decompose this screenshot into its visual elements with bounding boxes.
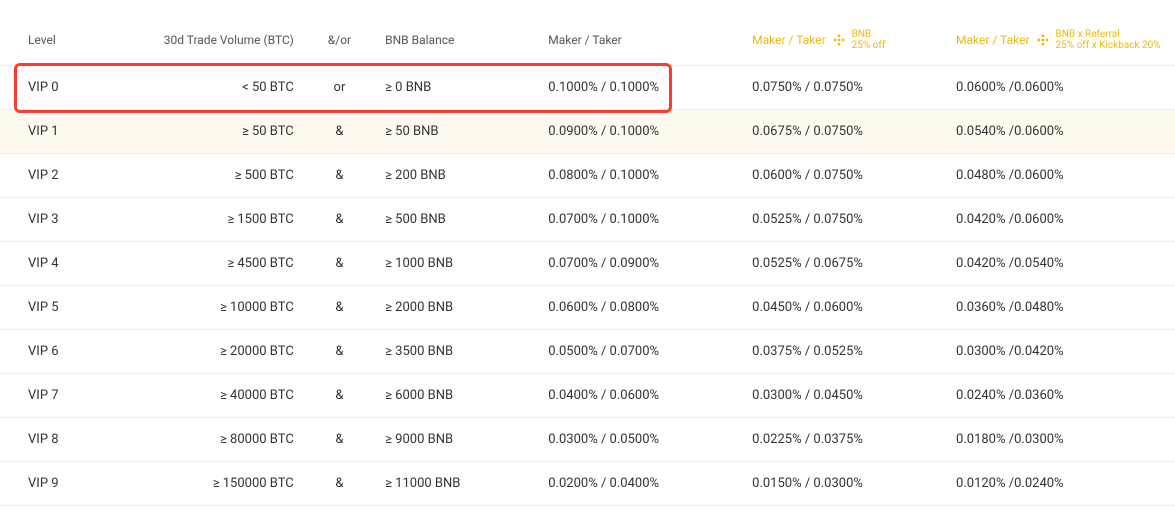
cell-maker-taker: 0.0700% / 0.0900% [538,242,742,286]
cell-level: VIP 6 [0,330,130,374]
cell-maker-taker-bnb: 0.0750% / 0.0750% [742,66,946,110]
cell-bnb: ≥ 0 BNB [375,66,538,110]
cell-andor: & [304,374,375,418]
cell-bnb: ≥ 11000 BNB [375,462,538,506]
bnb-icon [832,33,846,47]
cell-maker-taker-referral: 0.0420% /0.0600% [946,198,1175,242]
header-maker-taker-bnb: Maker / Taker BNB 25% off [742,15,946,66]
table-row: VIP 7≥ 40000 BTC&≥ 6000 BNB0.0400% / 0.0… [0,374,1175,418]
cell-andor: & [304,154,375,198]
cell-maker-taker-referral: 0.0240% /0.0360% [946,374,1175,418]
table-row: VIP 2≥ 500 BTC&≥ 200 BNB0.0800% / 0.1000… [0,154,1175,198]
cell-maker-taker: 0.0200% / 0.0400% [538,462,742,506]
cell-maker-taker: 0.0900% / 0.1000% [538,110,742,154]
cell-volume: ≥ 50 BTC [130,110,303,154]
cell-maker-taker-referral: 0.0180% /0.0300% [946,418,1175,462]
header-mt3-label: Maker / Taker [956,33,1030,47]
cell-andor: & [304,110,375,154]
header-bnb-balance: BNB Balance [375,15,538,66]
cell-volume: ≥ 1500 BTC [130,198,303,242]
table-row: VIP 4≥ 4500 BTC&≥ 1000 BNB0.0700% / 0.09… [0,242,1175,286]
cell-volume: ≥ 20000 BTC [130,330,303,374]
fee-table-container: Level 30d Trade Volume (BTC) &/or BNB Ba… [0,15,1175,506]
header-row: Level 30d Trade Volume (BTC) &/or BNB Ba… [0,15,1175,66]
cell-maker-taker-referral: 0.0540% /0.0600% [946,110,1175,154]
table-row: VIP 5≥ 10000 BTC&≥ 2000 BNB0.0600% / 0.0… [0,286,1175,330]
header-mt2-label: Maker / Taker [752,33,826,47]
cell-volume: ≥ 150000 BTC [130,462,303,506]
cell-volume: ≥ 500 BTC [130,154,303,198]
header-maker-taker-referral: Maker / Taker BNB x Referral 25% off x K… [946,15,1175,66]
cell-maker-taker: 0.0700% / 0.1000% [538,198,742,242]
cell-maker-taker-bnb: 0.0300% / 0.0450% [742,374,946,418]
cell-andor: & [304,462,375,506]
bnb-icon [1036,33,1050,47]
header-maker-taker: Maker / Taker [538,15,742,66]
cell-maker-taker: 0.1000% / 0.1000% [538,66,742,110]
cell-bnb: ≥ 500 BNB [375,198,538,242]
cell-maker-taker-bnb: 0.0150% / 0.0300% [742,462,946,506]
header-level: Level [0,15,130,66]
cell-volume: ≥ 40000 BTC [130,374,303,418]
cell-level: VIP 5 [0,286,130,330]
table-row: VIP 0< 50 BTCor≥ 0 BNB0.1000% / 0.1000%0… [0,66,1175,110]
cell-maker-taker-referral: 0.0300% /0.0420% [946,330,1175,374]
cell-maker-taker-bnb: 0.0450% / 0.0600% [742,286,946,330]
table-row: VIP 9≥ 150000 BTC&≥ 11000 BNB0.0200% / 0… [0,462,1175,506]
header-andor: &/or [304,15,375,66]
cell-maker-taker-referral: 0.0600% /0.0600% [946,66,1175,110]
cell-bnb: ≥ 3500 BNB [375,330,538,374]
cell-level: VIP 3 [0,198,130,242]
cell-maker-taker-bnb: 0.0525% / 0.0750% [742,198,946,242]
cell-bnb: ≥ 2000 BNB [375,286,538,330]
table-row: VIP 6≥ 20000 BTC&≥ 3500 BNB0.0500% / 0.0… [0,330,1175,374]
fee-table: Level 30d Trade Volume (BTC) &/or BNB Ba… [0,15,1175,506]
cell-bnb: ≥ 1000 BNB [375,242,538,286]
cell-andor: & [304,198,375,242]
cell-bnb: ≥ 9000 BNB [375,418,538,462]
cell-level: VIP 1 [0,110,130,154]
cell-bnb: ≥ 6000 BNB [375,374,538,418]
cell-maker-taker-bnb: 0.0600% / 0.0750% [742,154,946,198]
cell-maker-taker-bnb: 0.0675% / 0.0750% [742,110,946,154]
cell-maker-taker-referral: 0.0480% /0.0600% [946,154,1175,198]
cell-maker-taker: 0.0400% / 0.0600% [538,374,742,418]
cell-level: VIP 9 [0,462,130,506]
header-mt2-sub2: 25% off [852,40,886,51]
cell-level: VIP 2 [0,154,130,198]
cell-bnb: ≥ 50 BNB [375,110,538,154]
cell-bnb: ≥ 200 BNB [375,154,538,198]
cell-maker-taker: 0.0600% / 0.0800% [538,286,742,330]
cell-andor: & [304,418,375,462]
cell-andor: or [304,66,375,110]
cell-volume: < 50 BTC [130,66,303,110]
cell-maker-taker-referral: 0.0360% /0.0480% [946,286,1175,330]
cell-maker-taker-bnb: 0.0525% / 0.0675% [742,242,946,286]
header-mt3-sub1: BNB x Referral [1056,29,1161,40]
header-mt3-sub2: 25% off x Kickback 20% [1056,40,1161,51]
cell-maker-taker: 0.0800% / 0.1000% [538,154,742,198]
cell-maker-taker-bnb: 0.0225% / 0.0375% [742,418,946,462]
cell-level: VIP 7 [0,374,130,418]
cell-volume: ≥ 4500 BTC [130,242,303,286]
cell-andor: & [304,286,375,330]
table-row: VIP 8≥ 80000 BTC&≥ 9000 BNB0.0300% / 0.0… [0,418,1175,462]
cell-level: VIP 8 [0,418,130,462]
cell-andor: & [304,330,375,374]
header-mt2-sub1: BNB [852,29,886,40]
cell-level: VIP 4 [0,242,130,286]
header-volume: 30d Trade Volume (BTC) [130,15,303,66]
cell-volume: ≥ 80000 BTC [130,418,303,462]
table-row: VIP 1≥ 50 BTC&≥ 50 BNB0.0900% / 0.1000%0… [0,110,1175,154]
cell-level: VIP 0 [0,66,130,110]
cell-maker-taker: 0.0300% / 0.0500% [538,418,742,462]
table-row: VIP 3≥ 1500 BTC&≥ 500 BNB0.0700% / 0.100… [0,198,1175,242]
cell-maker-taker-referral: 0.0120% /0.0240% [946,462,1175,506]
cell-andor: & [304,242,375,286]
cell-maker-taker-bnb: 0.0375% / 0.0525% [742,330,946,374]
cell-maker-taker: 0.0500% / 0.0700% [538,330,742,374]
cell-maker-taker-referral: 0.0420% /0.0540% [946,242,1175,286]
cell-volume: ≥ 10000 BTC [130,286,303,330]
